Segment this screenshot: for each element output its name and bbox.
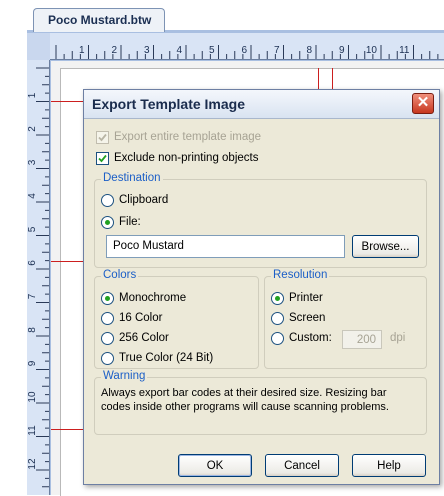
ruler-label: 4 bbox=[176, 45, 182, 56]
16-color-radio[interactable] bbox=[101, 312, 114, 325]
export-template-image-dialog: Export Template Image ✕ Export entire te… bbox=[83, 89, 440, 485]
screen-radio[interactable] bbox=[271, 312, 284, 325]
exclude-nonprinting-checkbox[interactable] bbox=[96, 152, 109, 165]
warning-legend: Warning bbox=[101, 370, 148, 382]
warning-text-line-2: codes inside other programs will cause s… bbox=[101, 401, 389, 413]
printer-label: Printer bbox=[289, 292, 323, 304]
custom-dpi-input[interactable]: 200 bbox=[342, 330, 382, 349]
file-radio[interactable] bbox=[101, 216, 114, 229]
resolution-legend: Resolution bbox=[271, 269, 330, 281]
dialog-title: Export Template Image bbox=[92, 96, 246, 112]
monochrome-label: Monochrome bbox=[119, 292, 187, 304]
ruler-label: 8 bbox=[27, 327, 38, 333]
export-entire-checkbox[interactable] bbox=[96, 131, 109, 144]
ruler-label: 12 bbox=[27, 458, 38, 470]
checkmark-icon bbox=[98, 154, 107, 163]
monochrome-radio[interactable] bbox=[101, 292, 114, 305]
ruler-label: 11 bbox=[399, 45, 410, 56]
dpi-unit-label: dpi bbox=[390, 332, 406, 344]
ruler-label: 5 bbox=[209, 45, 215, 56]
destination-legend: Destination bbox=[101, 172, 163, 184]
clipboard-label: Clipboard bbox=[119, 194, 169, 206]
close-icon: ✕ bbox=[416, 94, 430, 111]
exclude-nonprinting-label: Exclude non-printing objects bbox=[114, 152, 259, 164]
ok-button[interactable]: OK bbox=[178, 454, 252, 477]
custom-label: Custom: bbox=[289, 332, 332, 344]
document-tab-label: Poco Mustard.btw bbox=[48, 13, 152, 27]
close-button[interactable]: ✕ bbox=[412, 93, 434, 114]
ruler-label: 7 bbox=[274, 45, 280, 56]
true-color-radio[interactable] bbox=[101, 352, 114, 365]
ruler-label: 2 bbox=[111, 45, 117, 56]
document-tab[interactable]: Poco Mustard.btw bbox=[33, 8, 165, 32]
guide-line-vertical-b bbox=[332, 68, 333, 90]
custom-radio[interactable] bbox=[271, 332, 284, 345]
warning-text-line-1: Always export bar codes at their desired… bbox=[101, 387, 387, 399]
screen-label: Screen bbox=[289, 312, 326, 324]
ruler-label: 1 bbox=[79, 45, 85, 56]
256-color-radio[interactable] bbox=[101, 332, 114, 345]
ruler-label: 3 bbox=[27, 159, 38, 165]
ruler-label: 6 bbox=[241, 45, 247, 56]
file-label: File: bbox=[119, 216, 141, 228]
dialog-titlebar[interactable]: Export Template Image ✕ bbox=[84, 90, 439, 119]
printer-radio[interactable] bbox=[271, 292, 284, 305]
ruler-label: 10 bbox=[27, 391, 38, 403]
ruler-label: 3 bbox=[144, 45, 150, 56]
ruler-label: 11 bbox=[27, 425, 38, 436]
colors-legend: Colors bbox=[101, 269, 139, 281]
ruler-label: 7 bbox=[27, 293, 38, 299]
checkmark-icon bbox=[98, 133, 107, 142]
clipboard-radio[interactable] bbox=[101, 194, 114, 207]
true-color-label: True Color (24 Bit) bbox=[119, 352, 214, 364]
export-entire-label: Export entire template image bbox=[114, 131, 262, 143]
ruler-corner bbox=[27, 33, 50, 60]
ruler-label: 8 bbox=[306, 45, 312, 56]
ruler-label: 5 bbox=[27, 226, 38, 232]
horizontal-ruler-ticks: 1 2 3 4 5 6 7 8 9 10 11 bbox=[55, 45, 439, 59]
256-color-label: 256 Color bbox=[119, 332, 169, 344]
vertical-ruler-ticks: 123456789101112 bbox=[27, 67, 49, 488]
ruler-label: 6 bbox=[27, 260, 38, 266]
file-name-input[interactable]: Poco Mustard bbox=[106, 235, 345, 258]
ruler-label: 1 bbox=[27, 92, 38, 98]
guide-line-horizontal-a bbox=[51, 101, 84, 102]
ruler-label: 10 bbox=[366, 45, 378, 56]
horizontal-ruler[interactable]: 1 2 3 4 5 6 7 8 9 10 11 bbox=[50, 33, 444, 60]
ruler-label: 9 bbox=[339, 45, 345, 56]
guide-line-horizontal-c bbox=[51, 429, 84, 430]
ruler-label: 2 bbox=[27, 126, 38, 132]
guide-line-vertical-a bbox=[318, 68, 319, 90]
ruler-label: 9 bbox=[27, 360, 38, 366]
16-color-label: 16 Color bbox=[119, 312, 163, 324]
browse-button[interactable]: Browse... bbox=[352, 235, 419, 258]
ruler-label: 4 bbox=[27, 193, 38, 199]
help-button[interactable]: Help bbox=[352, 454, 426, 477]
cancel-button[interactable]: Cancel bbox=[265, 454, 339, 477]
vertical-ruler[interactable]: 1 2 3 4 5 6 7 8 9 10 11 12 bbox=[27, 60, 50, 495]
guide-line-horizontal-b bbox=[51, 261, 84, 262]
